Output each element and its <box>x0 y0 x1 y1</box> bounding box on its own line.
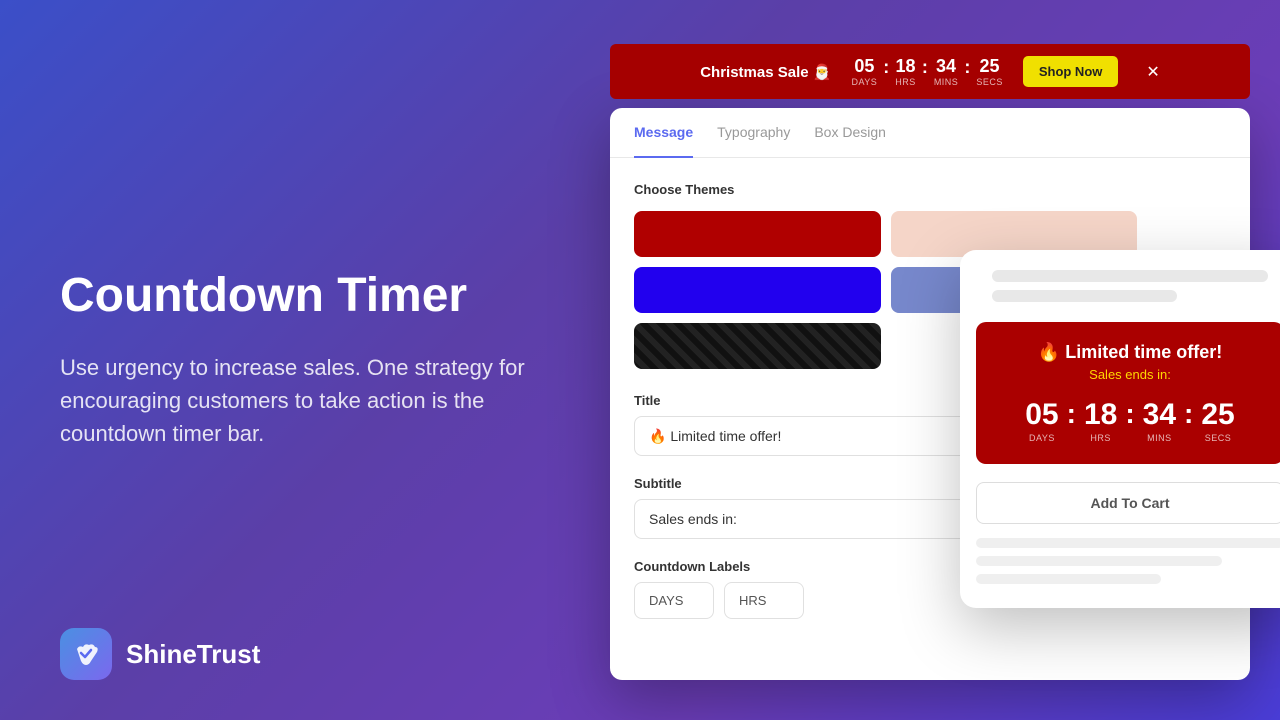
theme-swatch-blue[interactable] <box>634 267 881 313</box>
banner-days-label: DAYS <box>851 77 877 87</box>
banner-secs-num: 25 <box>980 57 1000 75</box>
banner-colon-3: : <box>964 58 970 76</box>
placeholder-line-1 <box>992 270 1268 282</box>
promo-hrs-block: 18 HRS <box>1084 400 1117 443</box>
promo-colon-3: : <box>1184 398 1193 430</box>
banner-days-num: 05 <box>854 57 874 75</box>
brand-name: ShineTrust <box>126 639 260 670</box>
promo-secs-label: SECS <box>1205 433 1232 443</box>
choose-themes-label: Choose Themes <box>634 182 1226 197</box>
promo-box: 🔥 Limited time offer! Sales ends in: 05 … <box>976 322 1280 464</box>
promo-secs-block: 25 SECS <box>1201 400 1234 443</box>
bottom-line-3 <box>976 574 1161 584</box>
promo-subtitle: Sales ends in: <box>992 367 1268 382</box>
banner-mins-block: 34 MINS <box>934 57 959 87</box>
banner-hrs-label: HRS <box>895 77 916 87</box>
promo-hrs-num: 18 <box>1084 400 1117 430</box>
banner-mins-label: MINS <box>934 77 959 87</box>
theme-swatch-red[interactable] <box>634 211 881 257</box>
add-to-cart-button[interactable]: Add To Cart <box>976 482 1280 524</box>
placeholder-line-2 <box>992 290 1177 302</box>
promo-secs-num: 25 <box>1201 400 1234 430</box>
promo-days-block: 05 DAYS <box>1025 400 1058 443</box>
promo-mins-label: MINS <box>1147 433 1172 443</box>
promo-days-label: DAYS <box>1029 433 1055 443</box>
promo-mins-block: 34 MINS <box>1143 400 1176 443</box>
theme-swatch-dark-pattern[interactable] <box>634 323 881 369</box>
banner-mins-num: 34 <box>936 57 956 75</box>
countdown-days-input[interactable] <box>634 582 714 619</box>
brand: ShineTrust <box>60 628 260 680</box>
card-placeholder-top <box>960 250 1280 314</box>
panel-tabs: Message Typography Box Design <box>610 108 1250 158</box>
bottom-line-2 <box>976 556 1222 566</box>
promo-hrs-label: HRS <box>1090 433 1111 443</box>
tab-message[interactable]: Message <box>634 108 693 158</box>
banner-title: Christmas Sale 🎅 <box>700 63 831 81</box>
promo-colon-2: : <box>1125 398 1134 430</box>
promo-mins-num: 34 <box>1143 400 1176 430</box>
overlay-card: 🔥 Limited time offer! Sales ends in: 05 … <box>960 250 1280 608</box>
banner-colon-1: : <box>883 58 889 76</box>
left-panel: Countdown Timer Use urgency to increase … <box>60 270 540 450</box>
banner-hrs-num: 18 <box>896 57 916 75</box>
promo-title: 🔥 Limited time offer! <box>992 342 1268 363</box>
promo-countdown: 05 DAYS : 18 HRS : 34 MINS : 25 SECS <box>992 398 1268 444</box>
banner-secs-block: 25 SECS <box>976 57 1003 87</box>
banner-bar: Christmas Sale 🎅 05 DAYS : 18 HRS : 34 M… <box>610 44 1250 99</box>
right-panel: Christmas Sale 🎅 05 DAYS : 18 HRS : 34 M… <box>560 0 1280 720</box>
page-description: Use urgency to increase sales. One strat… <box>60 351 540 450</box>
banner-close-icon[interactable]: ✕ <box>1146 62 1159 82</box>
banner-hrs-block: 18 HRS <box>895 57 916 87</box>
banner-days-block: 05 DAYS <box>851 57 877 87</box>
page-title: Countdown Timer <box>60 270 540 323</box>
tab-typography[interactable]: Typography <box>717 108 790 158</box>
bottom-line-1 <box>976 538 1280 548</box>
tab-box-design[interactable]: Box Design <box>814 108 886 158</box>
shop-now-button[interactable]: Shop Now <box>1023 56 1119 87</box>
countdown-hrs-input[interactable] <box>724 582 804 619</box>
promo-days-num: 05 <box>1025 400 1058 430</box>
banner-countdown: 05 DAYS : 18 HRS : 34 MINS : 25 SECS <box>851 57 1002 87</box>
card-bottom-lines <box>960 534 1280 608</box>
banner-secs-label: SECS <box>976 77 1003 87</box>
brand-logo <box>60 628 112 680</box>
promo-colon-1: : <box>1067 398 1076 430</box>
banner-colon-2: : <box>922 58 928 76</box>
